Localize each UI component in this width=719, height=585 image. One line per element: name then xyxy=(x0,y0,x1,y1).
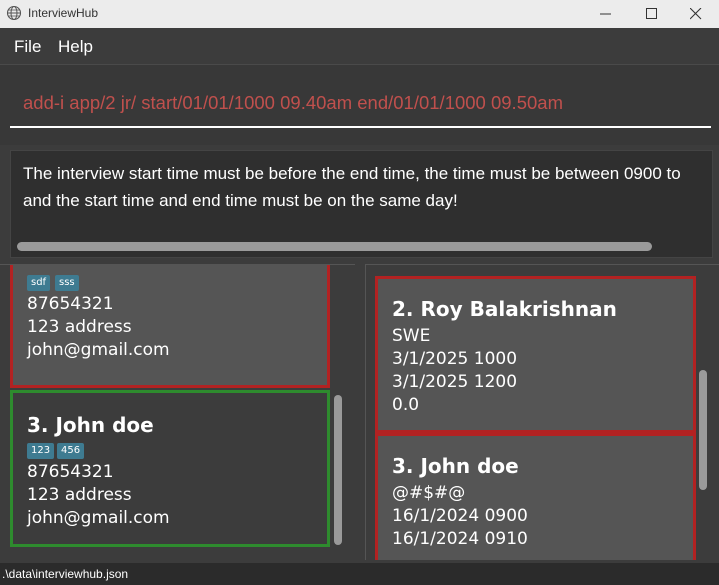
applicant-card[interactable]: sdf sss 87654321 123 address john@gmail.… xyxy=(10,265,330,388)
title-bar: InterviewHub xyxy=(0,0,719,28)
applicant-card-selected[interactable]: 3. John doe 123 456 87654321 123 address… xyxy=(10,390,330,547)
command-box[interactable]: add-i app/2 jr/ start/01/01/1000 09.40am… xyxy=(0,65,719,145)
menu-bar: File Help xyxy=(0,28,719,65)
applicant-email: john@gmail.com xyxy=(27,508,170,528)
vertical-scrollbar[interactable] xyxy=(334,395,342,545)
interview-rating: 0.0 xyxy=(392,395,420,415)
window-title: InterviewHub xyxy=(28,6,99,20)
interview-list: 2. Roy Balakrishnan SWE 3/1/2025 1000 3/… xyxy=(365,264,719,560)
maximize-icon xyxy=(646,8,657,19)
applicant-phone: 87654321 xyxy=(27,462,114,482)
interview-name: 2. Roy Balakrishnan xyxy=(392,297,617,321)
interview-role: SWE xyxy=(392,326,431,346)
interview-name: 3. John doe xyxy=(392,454,519,478)
minimize-button[interactable] xyxy=(583,0,629,28)
result-line-2: and the start time and end time must be … xyxy=(23,191,458,210)
applicant-list: sdf sss 87654321 123 address john@gmail.… xyxy=(0,264,355,560)
tag: 123 xyxy=(27,443,55,459)
interview-end: 3/1/2025 1200 xyxy=(392,372,518,392)
interview-card[interactable]: 2. Roy Balakrishnan SWE 3/1/2025 1000 3/… xyxy=(375,276,696,433)
tag: sdf xyxy=(27,275,51,291)
close-icon xyxy=(690,8,702,20)
maximize-button[interactable] xyxy=(629,0,675,28)
menu-file[interactable]: File xyxy=(14,37,41,57)
applicant-name: 3. John doe xyxy=(27,413,154,437)
command-input[interactable]: add-i app/2 jr/ start/01/01/1000 09.40am… xyxy=(23,92,563,114)
interview-role: @#$#@ xyxy=(392,483,466,503)
tag: sss xyxy=(55,275,79,291)
interview-start: 3/1/2025 1000 xyxy=(392,349,518,369)
applicant-email: john@gmail.com xyxy=(27,340,170,360)
interview-start: 16/1/2024 0900 xyxy=(392,506,528,526)
close-button[interactable] xyxy=(673,0,719,28)
applicant-phone: 87654321 xyxy=(27,294,114,314)
tag: 456 xyxy=(57,443,85,459)
result-message: The interview start time must be before … xyxy=(23,160,712,214)
interview-end: 16/1/2024 0910 xyxy=(392,529,528,549)
data-file-path: .\data\interviewhub.json xyxy=(2,567,129,581)
menu-help[interactable]: Help xyxy=(58,37,93,57)
vertical-scrollbar[interactable] xyxy=(699,370,707,490)
command-underline xyxy=(10,126,711,128)
applicant-address: 123 address xyxy=(27,317,132,337)
interview-card[interactable]: 3. John doe @#$#@ 16/1/2024 0900 16/1/20… xyxy=(375,433,696,560)
applicant-address: 123 address xyxy=(27,485,132,505)
globe-icon xyxy=(6,5,22,21)
result-line-1: The interview start time must be before … xyxy=(23,164,681,183)
status-bar: .\data\interviewhub.json xyxy=(0,563,719,585)
result-display: The interview start time must be before … xyxy=(10,150,713,258)
minimize-icon xyxy=(600,13,611,15)
horizontal-scrollbar[interactable] xyxy=(17,242,652,251)
